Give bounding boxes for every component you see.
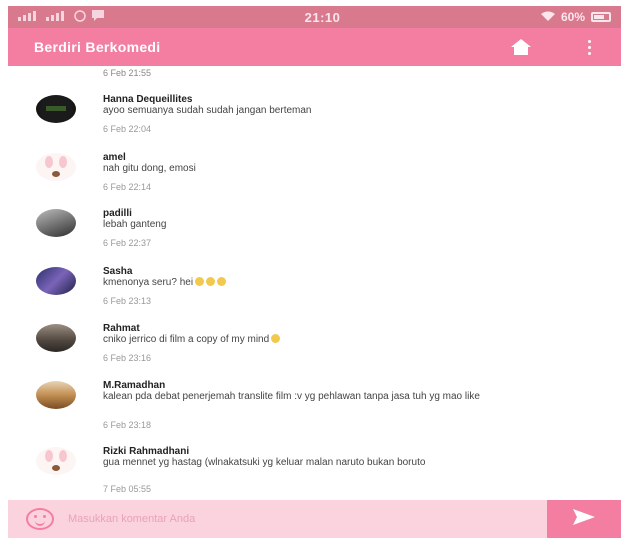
avatar[interactable] [36,153,76,181]
comment-item[interactable]: padilli lebah ganteng 6 Feb 22:37 [8,206,621,262]
comment-author[interactable]: Hanna Dequeillites [103,94,192,105]
comment-item[interactable]: Rizki Rahmadhani gua mennet yg hastag (w… [8,444,621,500]
comment-text: lebah ganteng [103,219,167,230]
send-button[interactable] [547,500,621,538]
signal-icon [46,10,68,24]
avatar[interactable] [36,447,76,475]
comment-text: nah gitu dong, emosi [103,163,196,174]
comment-item[interactable]: Rahmat cniko jerrico di film a copy of m… [8,321,621,377]
more-vert-icon[interactable] [583,35,595,59]
comment-item[interactable]: M.Ramadhan kalean pda debat penerjemah t… [8,378,621,442]
avatar[interactable] [36,95,76,123]
comment-author[interactable]: Sasha [103,266,132,277]
comment-author[interactable]: padilli [103,208,132,219]
comment-item[interactable]: Sasha kmenonya seru? hei 6 Feb 23:13 [8,264,621,320]
comment-input[interactable] [68,504,547,534]
comment-author[interactable]: amel [103,152,126,163]
page-title: Berdiri Berkomedi [34,39,161,55]
comment-timestamp: 6 Feb 23:13 [103,296,152,306]
send-icon [573,508,595,530]
comment-text: kalean pda debat penerjemah translite fi… [103,391,480,402]
emoji-picker-icon[interactable] [26,508,54,530]
comment-text: gua mennet yg hastag (wlnakatsuki yg kel… [103,457,426,468]
comment-timestamp: 6 Feb 21:55 [103,68,152,78]
avatar[interactable] [36,209,76,237]
comment-timestamp: 6 Feb 22:04 [103,124,152,134]
whatsapp-icon [74,9,86,25]
emoji-icon [217,277,227,286]
status-right-icons: 60% [540,10,611,24]
avatar[interactable] [36,381,76,409]
emoji-icon [195,277,205,286]
comment-input-bar [8,500,621,538]
comment-timestamp: 6 Feb 23:18 [103,420,152,430]
message-icon [92,10,104,24]
comment-timestamp: 6 Feb 22:14 [103,182,152,192]
wifi-icon [540,10,555,24]
comment-author[interactable]: Rizki Rahmadhani [103,446,189,457]
comment-text: ayoo semuanya sudah sudah jangan bertema… [103,105,312,116]
battery-icon [591,12,611,22]
status-bar: 21:10 60% [8,6,621,28]
signal-icon [18,10,40,24]
status-left-icons [18,9,104,25]
comment-author[interactable]: M.Ramadhan [103,380,165,391]
comment-text: kmenonya seru? hei [103,277,227,289]
app-bar: Berdiri Berkomedi [8,28,621,66]
comment-timestamp: 6 Feb 22:37 [103,238,152,248]
home-icon[interactable] [507,33,535,61]
comment-list[interactable]: 6 Feb 21:55 Hanna Dequeillites ayoo semu… [8,66,621,500]
avatar[interactable] [36,324,76,352]
comment-timestamp: 7 Feb 05:55 [103,484,152,494]
status-time: 21:10 [304,9,341,25]
comment-text: cniko jerrico di film a copy of my mind [103,334,281,346]
comment-item[interactable]: amel nah gitu dong, emosi 6 Feb 22:14 [8,150,621,206]
comment-timestamp: 6 Feb 23:16 [103,353,152,363]
battery-percent: 60% [560,10,585,24]
emoji-icon [206,277,216,286]
comment-item[interactable]: Hanna Dequeillites ayoo semuanya sudah s… [8,92,621,148]
comment-author[interactable]: Rahmat [103,323,140,334]
avatar[interactable] [36,267,76,295]
emoji-icon [271,334,281,343]
